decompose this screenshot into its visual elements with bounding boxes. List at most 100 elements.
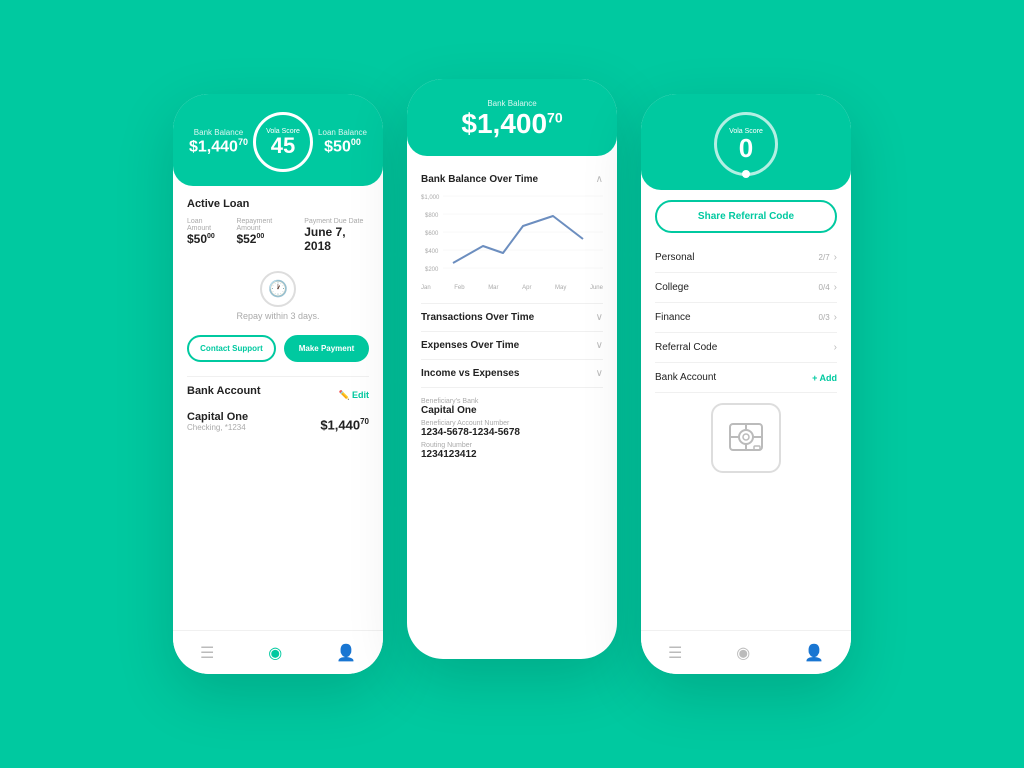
p3-chart-nav-icon[interactable]: ◉ [736, 643, 750, 663]
beneficiary-bank-value: Capital One [421, 405, 603, 416]
x-label-jan: Jan [421, 285, 431, 291]
phone2-header: Bank Balance $1,40070 [407, 79, 617, 156]
loan-balance-block: Loan Balance $5000 [318, 128, 367, 156]
share-referral-button[interactable]: Share Referral Code [655, 200, 837, 233]
phone3-header: Vola Score 0 [641, 94, 851, 190]
transactions-chevron-icon[interactable]: ∨ [596, 312, 603, 323]
bank-row: Capital One Checking, *1234 $1,44070 [187, 411, 369, 432]
loan-amount-value: $5000 [187, 232, 224, 246]
score-dot [742, 170, 750, 178]
vault-area [655, 393, 837, 483]
bank-account-title: Bank Account [187, 385, 261, 397]
make-payment-button[interactable]: Make Payment [284, 335, 369, 362]
expenses-title: Expenses Over Time [421, 340, 519, 351]
svg-text:$400: $400 [425, 249, 439, 255]
loan-balance-label: Loan Balance [318, 128, 367, 137]
x-label-apr: Apr [522, 285, 531, 291]
chart-nav-icon[interactable]: ◉ [268, 643, 282, 663]
account-number-value: 1234-5678-1234-5678 [421, 427, 603, 438]
referral-chevron-icon: › [834, 342, 837, 353]
referral-right: › [834, 342, 837, 353]
bottom-nav: ☰ ◉ 👤 [173, 630, 383, 674]
routing-label: Routing Number [421, 442, 603, 449]
income-header: Income vs Expenses ∨ [421, 368, 603, 379]
vault-icon [711, 403, 781, 473]
referral-code-menu-item[interactable]: Referral Code › [655, 333, 837, 363]
routing-value: 1234123412 [421, 449, 603, 460]
finance-right: 0/3 › [819, 312, 837, 323]
bank-balance-large: $1,40070 [423, 108, 601, 140]
repay-area: 🕐 Repay within 3 days. [187, 263, 369, 335]
repay-text: Repay within 3 days. [236, 311, 319, 321]
svg-text:$600: $600 [425, 231, 439, 237]
action-buttons: Contact Support Make Payment [187, 335, 369, 362]
bank-balance-block: Bank Balance $1,44070 [189, 128, 248, 156]
repayment-label: Repayment Amount [236, 218, 292, 232]
chart-section-header: Bank Balance Over Time ∧ [421, 174, 603, 185]
add-bank-label[interactable]: + Add [812, 373, 837, 383]
phone-2: Bank Balance $1,40070 Bank Balance Over … [407, 79, 617, 659]
expenses-section[interactable]: Expenses Over Time ∨ [421, 332, 603, 360]
college-badge: 0/4 [819, 283, 830, 292]
vola-score-circle: Vola Score 45 [253, 112, 313, 172]
repayment-item: Repayment Amount $5200 [236, 218, 292, 253]
transactions-header: Transactions Over Time ∨ [421, 312, 603, 323]
bank-account-menu-label: Bank Account [655, 372, 716, 383]
score-value: 45 [271, 135, 295, 157]
bank-account-menu-item[interactable]: Bank Account + Add [655, 363, 837, 393]
referral-code-label: Referral Code [655, 342, 717, 353]
finance-chevron-icon: › [834, 312, 837, 323]
due-date-value: June 7, 2018 [304, 225, 369, 253]
bank-balance-label2: Bank Balance [423, 99, 601, 108]
transactions-section[interactable]: Transactions Over Time ∨ [421, 304, 603, 332]
bank-name: Capital One [187, 411, 248, 423]
svg-text:$1,000: $1,000 [421, 195, 440, 201]
svg-text:$200: $200 [425, 267, 439, 273]
p3-user-nav-icon[interactable]: 👤 [804, 643, 824, 663]
loan-balance-value: $5000 [318, 137, 367, 156]
chart-chevron-icon[interactable]: ∧ [596, 174, 603, 185]
repayment-value: $5200 [236, 232, 292, 246]
income-section[interactable]: Income vs Expenses ∨ [421, 360, 603, 388]
edit-button[interactable]: ✏️ Edit [339, 390, 369, 401]
phone3-bottom-nav: ☰ ◉ 👤 [641, 630, 851, 674]
expenses-header: Expenses Over Time ∨ [421, 340, 603, 351]
phone2-body: Bank Balance Over Time ∧ $1,000 $800 [407, 156, 617, 478]
bank-balance-display: $1,44070 [320, 417, 369, 432]
due-date-label: Payment Due Date [304, 218, 369, 225]
divider [187, 376, 369, 377]
personal-label: Personal [655, 252, 694, 263]
finance-menu-item[interactable]: Finance 0/3 › [655, 303, 837, 333]
phone1-body: Active Loan Loan Amount $5000 Repayment … [173, 186, 383, 444]
income-chevron-icon[interactable]: ∨ [596, 368, 603, 379]
college-right: 0/4 › [819, 282, 837, 293]
balance-chart: $1,000 $800 $600 $400 $200 Jan Feb Mar A… [421, 191, 603, 291]
p3-receipt-nav-icon[interactable]: ☰ [668, 643, 682, 663]
receipt-nav-icon[interactable]: ☰ [200, 643, 214, 663]
personal-menu-item[interactable]: Personal 2/7 › [655, 243, 837, 273]
college-menu-item[interactable]: College 0/4 › [655, 273, 837, 303]
phone3-score-value: 0 [739, 135, 753, 161]
bank-balance-chart-section: Bank Balance Over Time ∧ $1,000 $800 [421, 166, 603, 304]
bank-account-right: + Add [812, 373, 837, 383]
bank-account-header: Bank Account ✏️ Edit [187, 385, 369, 405]
personal-right: 2/7 › [819, 252, 837, 263]
account-number-label: Beneficiary Account Number [421, 420, 603, 427]
bank-balance-value: $1,44070 [189, 137, 248, 156]
clock-icon: 🕐 [260, 271, 296, 307]
finance-label: Finance [655, 312, 691, 323]
due-date-item: Payment Due Date June 7, 2018 [304, 218, 369, 253]
chart-x-labels: Jan Feb Mar Apr May June [421, 285, 603, 291]
line-chart-svg: $1,000 $800 $600 $400 $200 [421, 191, 603, 281]
bank-info-section: Beneficiary's Bank Capital One Beneficia… [421, 388, 603, 468]
user-nav-icon[interactable]: 👤 [336, 643, 356, 663]
x-label-feb: Feb [454, 285, 464, 291]
phone-3: Vola Score 0 Share Referral Code Persona… [641, 94, 851, 674]
personal-chevron-icon: › [834, 252, 837, 263]
phone-1: Bank Balance $1,44070 Vola Score 45 Loan… [173, 94, 383, 674]
expenses-chevron-icon[interactable]: ∨ [596, 340, 603, 351]
x-label-mar: Mar [488, 285, 498, 291]
edit-icon: ✏️ [339, 390, 350, 401]
contact-support-button[interactable]: Contact Support [187, 335, 276, 362]
beneficiary-bank-label: Beneficiary's Bank [421, 398, 603, 405]
